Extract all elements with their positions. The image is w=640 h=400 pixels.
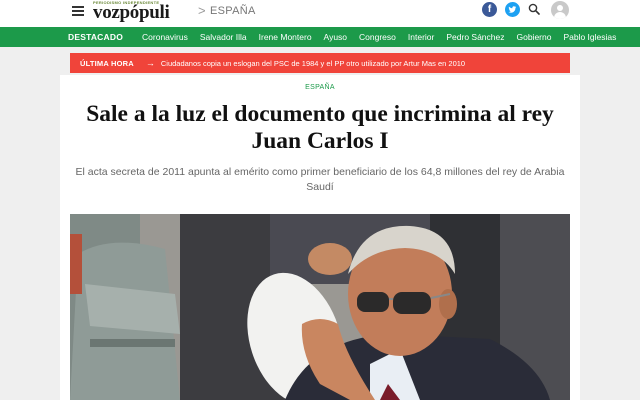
logo-wordmark: vozpópuli [93,2,170,23]
topic-nav: DESTACADO Coronavirus Salvador Illa Iren… [0,27,640,47]
article-section-tag[interactable]: ESPAÑA [60,84,580,91]
article-subtitle: El acta secreta de 2011 apunta al emérit… [75,166,565,193]
nav-item-coronavirus[interactable]: Coronavirus [142,32,188,42]
arrow-right-icon: → [145,58,155,68]
nav-item-pablo-iglesias[interactable]: Pablo Iglesias [563,32,616,42]
breaking-headline-link[interactable]: Ciudadanos copia un eslogan del PSC de 1… [161,59,465,68]
photo-illustration [70,214,570,400]
site-logo[interactable]: PERIODISMO INDEPENDIENTE vozpópuli [93,0,193,23]
breadcrumb-section[interactable]: ESPAÑA [210,5,256,17]
nav-featured-label: DESTACADO [68,32,124,42]
menu-icon[interactable] [72,6,84,16]
user-avatar-icon[interactable] [551,1,569,19]
nav-item-interior[interactable]: Interior [408,32,434,42]
article-card: ESPAÑA Sale a la luz el documento que in… [60,75,580,400]
nav-item-congreso[interactable]: Congreso [359,32,396,42]
nav-item-salvador-illa[interactable]: Salvador Illa [200,32,247,42]
article-photo [70,214,570,400]
twitter-icon[interactable] [505,2,520,17]
site-header: PERIODISMO INDEPENDIENTE vozpópuli > ESP… [0,0,640,27]
nav-item-gobierno[interactable]: Gobierno [516,32,551,42]
nav-item-irene-montero[interactable]: Irene Montero [259,32,312,42]
nav-item-pedro-sanchez[interactable]: Pedro Sánchez [446,32,504,42]
search-icon[interactable] [528,3,540,15]
breaking-label: ÚLTIMA HORA [80,58,134,68]
breaking-news-bar: ÚLTIMA HORA → Ciudadanos copia un esloga… [70,53,570,73]
article-headline: Sale a la luz el documento que incrimina… [86,101,554,154]
facebook-icon[interactable]: f [482,2,497,17]
breadcrumb-separator: > [198,3,206,18]
nav-item-ayuso[interactable]: Ayuso [324,32,347,42]
twitter-bird-glyph [508,6,517,13]
